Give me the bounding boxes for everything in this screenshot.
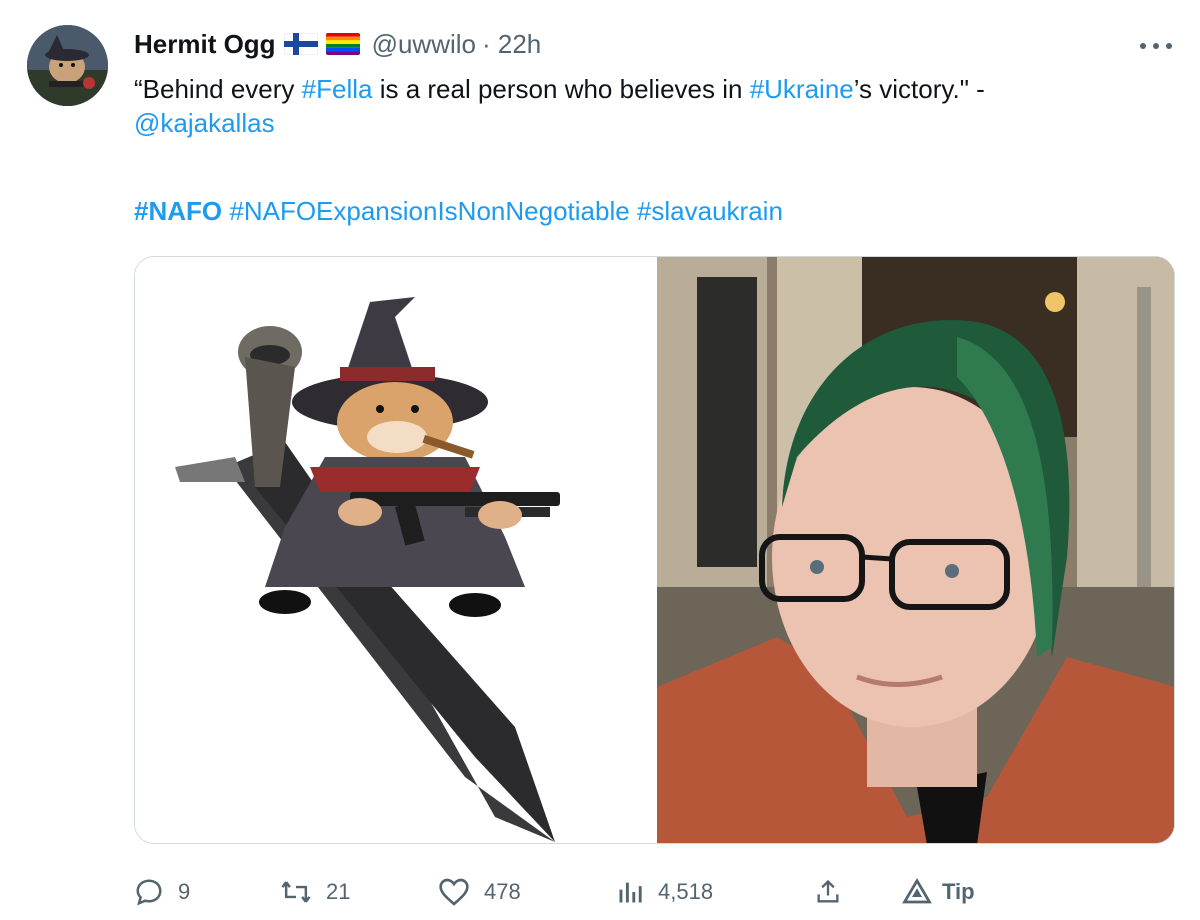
tweet-timestamp[interactable]: · 22h	[482, 29, 541, 60]
views-button[interactable]: 4,518	[616, 868, 713, 916]
person-selfie-green-hair-image[interactable]	[657, 257, 1174, 843]
tweet-actions-bar: 9 21 478 4,518 Tip	[134, 868, 994, 916]
hashtag-nafo-link[interactable]: #NAFO	[134, 196, 222, 226]
tweet-text-segment: “Behind every	[134, 74, 302, 104]
hashtag-line: #NAFO #NAFOExpansionIsNonNegotiable #sla…	[134, 194, 783, 228]
hashtag-ukraine-link[interactable]: #Ukraine	[750, 74, 854, 104]
more-options-icon[interactable]	[1140, 36, 1172, 56]
reply-button[interactable]: 9	[134, 868, 190, 916]
share-icon	[814, 877, 842, 907]
author-handle[interactable]: @uwwilo	[372, 29, 476, 60]
like-button[interactable]: 478	[438, 868, 521, 916]
repost-button[interactable]: 21	[280, 868, 350, 916]
tweet-text-segment: ’s victory." -	[853, 74, 985, 104]
nafo-fella-witch-on-missile-image[interactable]	[135, 257, 657, 843]
tweet-header: Hermit Ogg @uwwilo · 22h	[134, 26, 541, 62]
hashtag-slavaukrain-link[interactable]: #slavaukrain	[637, 196, 783, 226]
tip-label: Tip	[942, 879, 975, 904]
avatar[interactable]	[27, 25, 108, 106]
media-grid	[134, 256, 1175, 844]
tip-icon	[902, 877, 932, 907]
mention-kajakallas-link[interactable]: @kajakallas	[134, 108, 275, 138]
analytics-icon	[616, 877, 644, 907]
tweet-text: “Behind every #Fella is a real person wh…	[134, 72, 1174, 140]
hashtag-fella-link[interactable]: #Fella	[302, 74, 373, 104]
heart-icon	[438, 877, 470, 907]
share-button[interactable]	[814, 868, 842, 916]
tweet-text-segment: is a real person who believes in	[372, 74, 750, 104]
hashtag-nafo-expansion-link[interactable]: #NAFOExpansionIsNonNegotiable	[229, 196, 629, 226]
reply-icon	[134, 877, 164, 907]
repost-icon	[280, 877, 312, 907]
like-count: 478	[484, 879, 521, 904]
rainbow-flag-icon	[325, 33, 360, 55]
view-count: 4,518	[658, 879, 714, 904]
finland-flag-icon	[283, 33, 318, 55]
author-name[interactable]: Hermit Ogg	[134, 29, 276, 60]
avatar-image	[27, 25, 108, 106]
tip-button[interactable]: Tip	[902, 868, 975, 916]
repost-count: 21	[326, 879, 351, 904]
reply-count: 9	[178, 879, 191, 904]
